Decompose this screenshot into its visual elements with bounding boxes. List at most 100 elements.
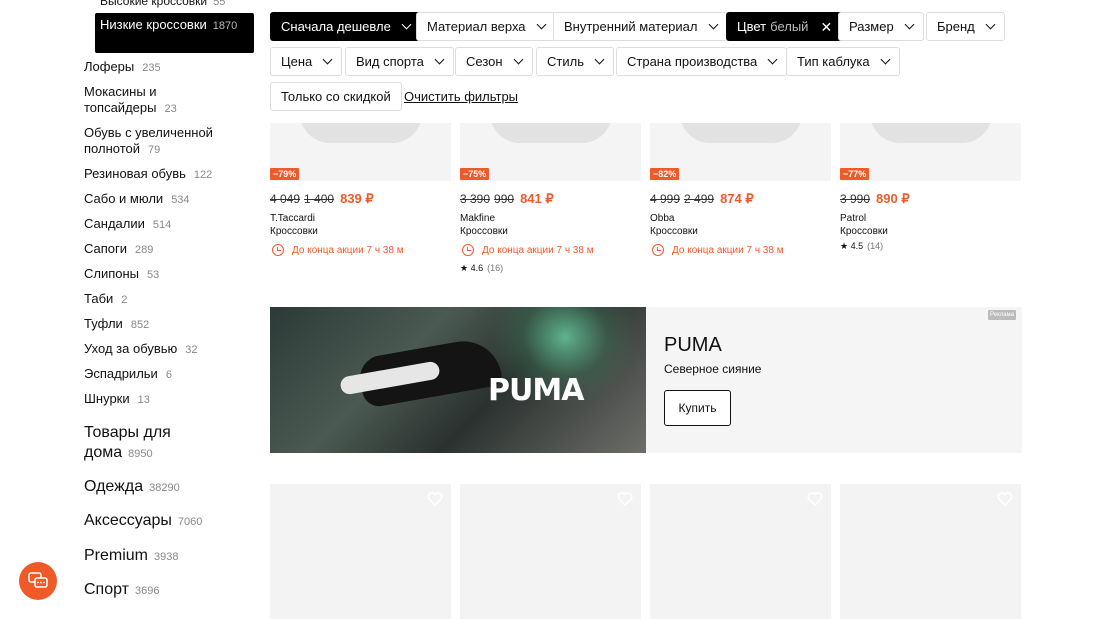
filter-color-active[interactable]: Цвет белый ✕ [726, 12, 844, 41]
sidebar-item-label: Сандалии [84, 216, 145, 231]
star-icon: ★ [840, 241, 849, 251]
sidebar-item-low-sneakers-active[interactable]: Низкие кроссовки 1870 [95, 13, 254, 53]
sidebar-item-high-sneakers[interactable]: Высокие кроссовки 55 [100, 0, 225, 8]
sidebar-item-rubber-shoes[interactable]: Резиновая обувь 122 [84, 166, 212, 183]
sidebar-item-clogs[interactable]: Сабо и мюли 534 [84, 191, 190, 208]
chat-button[interactable] [19, 562, 57, 600]
heart-icon[interactable] [427, 492, 443, 506]
heart-icon[interactable] [997, 492, 1013, 506]
sidebar-item-count: 235 [142, 62, 161, 74]
chevron-down-icon [767, 54, 778, 65]
product-brand[interactable]: T.Taccardi [270, 213, 315, 224]
clear-filters-link[interactable]: Очистить фильтры [404, 89, 518, 104]
filter-heel[interactable]: Тип каблука [786, 47, 900, 76]
heart-icon[interactable] [617, 492, 633, 506]
sidebar-item-boots[interactable]: Сапоги 289 [84, 241, 153, 258]
clock-icon [652, 244, 664, 256]
filter-style[interactable]: Стиль [536, 47, 614, 76]
product-price: 3 990 890 ₽ [840, 191, 910, 207]
discount-badge: −77% [840, 168, 870, 180]
sidebar-item-loafers[interactable]: Лоферы 235 [84, 59, 161, 76]
sidebar-item-label: Сабо и мюли [84, 191, 164, 206]
product-brand[interactable]: Makfine [460, 213, 495, 224]
filter-season[interactable]: Сезон [455, 47, 533, 76]
sidebar-item-shoes[interactable]: Туфли 852 [84, 316, 149, 333]
sidebar-section-sport[interactable]: Спорт 3696 [84, 580, 159, 601]
timer-text: До конца акции 7 ч 38 м [292, 244, 404, 256]
sidebar-section-label: Одежда [84, 478, 144, 495]
product-type[interactable]: Кроссовки [460, 226, 508, 237]
sidebar-item-label: Уход за обувью [84, 341, 178, 356]
product-rating: ★ 4.5 (14) [840, 241, 883, 252]
category-sidebar: Высокие кроссовки 55 Низкие кроссовки 1870… [0, 0, 260, 619]
filter-brand[interactable]: Бренд [926, 12, 1005, 41]
filter-label: Размер [849, 19, 894, 34]
banner-buy-button[interactable]: Купить [664, 390, 731, 426]
filter-discount-only[interactable]: Только со скидкой [270, 82, 402, 111]
sidebar-item-slipons[interactable]: Слипоны 53 [84, 266, 159, 283]
sidebar-item-wide-shoes[interactable]: Обувь с увеличенной полнотой 79 [84, 125, 219, 158]
puma-logo: PUMA [488, 373, 584, 408]
old-price: 2 499 [684, 192, 715, 206]
review-count: (16) [487, 263, 504, 273]
filter-label: Вид спорта [356, 54, 424, 69]
sort-label: Сначала дешевле [281, 19, 391, 34]
sidebar-item-count: 852 [130, 319, 150, 331]
sidebar-item-count: 2 [121, 294, 128, 306]
ad-badge: Реклама [988, 310, 1017, 320]
old-price: 4 999 [650, 192, 681, 206]
filter-value: белый [770, 19, 809, 34]
sidebar-item-label: Туфли [84, 316, 123, 331]
filter-size[interactable]: Размер [838, 12, 924, 41]
product-type[interactable]: Кроссовки [840, 226, 888, 237]
discount-badge: −79% [270, 168, 300, 180]
sort-dropdown[interactable]: Сначала дешевле [270, 12, 421, 41]
sidebar-item-count: 32 [185, 344, 198, 356]
sidebar-section-accessories[interactable]: Аксессуары 7060 [84, 511, 202, 532]
sidebar-section-premium[interactable]: Premium 3938 [84, 546, 179, 567]
puma-banner-image[interactable]: PUMA [270, 307, 646, 453]
product-brand[interactable]: Patrol [840, 213, 866, 224]
filter-label: Бренд [937, 19, 975, 34]
sidebar-item-moccasins[interactable]: Мокасины и топсайдеры 23 [84, 84, 184, 117]
filter-label: Цена [281, 54, 313, 69]
sneaker-image [490, 123, 612, 143]
promo-timer: До конца акции 7 ч 38 м [272, 244, 404, 256]
filter-material-inner[interactable]: Внутренний материал [553, 12, 728, 41]
sidebar-section-count: 38290 [149, 482, 180, 494]
sidebar-item-espadrilles[interactable]: Эспадрильи 6 [84, 366, 172, 383]
product-type[interactable]: Кроссовки [650, 226, 698, 237]
filter-sport[interactable]: Вид спорта [345, 47, 454, 76]
sidebar-item-count: 53 [147, 269, 160, 281]
close-icon[interactable]: ✕ [820, 20, 832, 34]
star-icon: ★ [460, 263, 469, 273]
product-image-placeholder[interactable] [840, 484, 1021, 619]
filter-price[interactable]: Цена [270, 47, 343, 76]
filter-material-top[interactable]: Материал верха [416, 12, 556, 41]
sidebar-item-count: 55 [213, 0, 226, 8]
product-brand[interactable]: Obba [650, 213, 674, 224]
old-price: 4 049 [270, 192, 301, 206]
sidebar-section-clothes[interactable]: Одежда 38290 [84, 477, 180, 498]
sidebar-item-label: Таби [84, 291, 114, 306]
sidebar-item-shoe-care[interactable]: Уход за обувью 32 [84, 341, 198, 358]
sidebar-item-sandals[interactable]: Сандалии 514 [84, 216, 171, 233]
chevron-down-icon [985, 19, 996, 30]
product-image-placeholder[interactable] [460, 484, 641, 619]
rating-value: 4.6 [470, 263, 484, 273]
current-price: 890 ₽ [876, 191, 910, 206]
chevron-down-icon [322, 54, 333, 65]
filter-label: Внутренний материал [564, 19, 698, 34]
banner-subtitle: Северное сияние [664, 362, 762, 376]
old-price: 3 990 [840, 192, 871, 206]
filter-country[interactable]: Страна производства [616, 47, 788, 76]
sidebar-section-count: 3938 [154, 551, 179, 563]
filter-label: Стиль [547, 54, 584, 69]
sidebar-item-tabi[interactable]: Таби 2 [84, 291, 127, 308]
heart-icon[interactable] [807, 492, 823, 506]
sidebar-item-laces[interactable]: Шнурки 13 [84, 391, 150, 408]
product-image-placeholder[interactable] [650, 484, 831, 619]
product-type[interactable]: Кроссовки [270, 226, 318, 237]
sidebar-section-home[interactable]: Товары для дома 8950 [84, 423, 194, 464]
product-image-placeholder[interactable] [270, 484, 451, 619]
